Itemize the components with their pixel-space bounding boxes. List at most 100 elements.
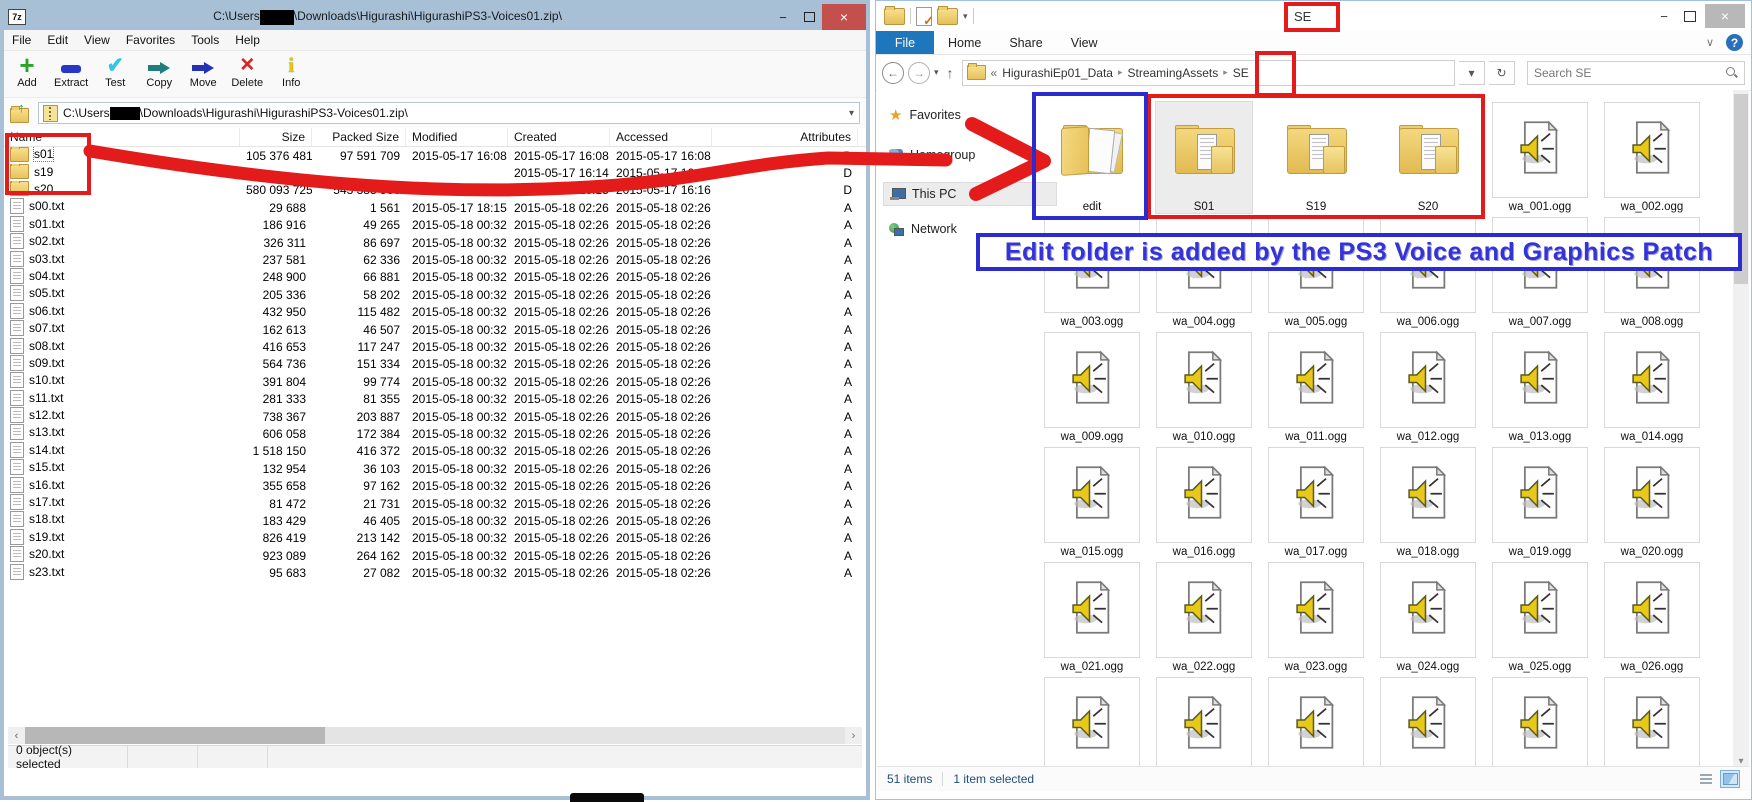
qat-dropdown-icon[interactable]: ▾ <box>963 11 968 22</box>
grid-item-edit[interactable]: edit <box>1044 102 1140 213</box>
grid-item-wa_021.ogg[interactable]: wa_021.ogg <box>1044 562 1140 673</box>
grid-item-wa_014.ogg[interactable]: wa_014.ogg <box>1604 332 1700 443</box>
column-header-packed-size[interactable]: Packed Size <box>312 128 406 146</box>
grid-item-wa_015.ogg[interactable]: wa_015.ogg <box>1044 447 1140 558</box>
sidebar-item-homegroup[interactable]: Homegroup <box>889 144 975 166</box>
tab-file[interactable]: File <box>876 31 934 54</box>
back-button[interactable]: ← <box>882 62 904 84</box>
grid-item[interactable] <box>1268 677 1364 769</box>
grid-item-wa_019.ogg[interactable]: wa_019.ogg <box>1492 447 1588 558</box>
grid-item-wa_002.ogg[interactable]: wa_002.ogg <box>1604 102 1700 213</box>
grid-item-wa_016.ogg[interactable]: wa_016.ogg <box>1156 447 1252 558</box>
ribbon-expand-icon[interactable]: ∨ <box>1706 36 1714 49</box>
table-row[interactable]: s07.txt162 61346 5072015-05-18 00:322015… <box>4 321 866 338</box>
table-row[interactable]: s19.txt826 419213 1422015-05-18 00:32201… <box>4 530 866 547</box>
table-row[interactable]: s01105 376 48197 591 7092015-05-17 16:08… <box>4 147 866 164</box>
sidebar-item-this-pc[interactable]: This PC <box>883 182 1057 206</box>
table-row[interactable]: s23.txt95 68327 0822015-05-18 00:322015-… <box>4 564 866 581</box>
grid-item-wa_018.ogg[interactable]: wa_018.ogg <box>1380 447 1476 558</box>
test-button[interactable]: ✔Test <box>98 53 132 89</box>
breadcrumb-overflow-icon[interactable]: « <box>991 66 998 80</box>
column-header-modified[interactable]: Modified <box>406 128 508 146</box>
extract-button[interactable]: Extract <box>54 53 88 89</box>
delete-button[interactable]: ×Delete <box>230 53 264 89</box>
new-folder-icon[interactable] <box>937 8 958 25</box>
combobox-dropdown-icon[interactable]: ▾ <box>846 108 857 119</box>
folder-icon[interactable] <box>884 8 905 25</box>
column-header-accessed[interactable]: Accessed <box>610 128 712 146</box>
sidebar-item-favorites[interactable]: ★Favorites <box>889 104 961 126</box>
grid-item-wa_022.ogg[interactable]: wa_022.ogg <box>1156 562 1252 673</box>
move-button[interactable]: Move <box>186 53 220 89</box>
table-row[interactable]: s02.txt326 31186 6972015-05-18 00:322015… <box>4 234 866 251</box>
menu-item-help[interactable]: Help <box>235 33 260 47</box>
scroll-left-icon[interactable]: ‹ <box>8 730 25 742</box>
table-row[interactable]: s01.txt186 91649 2652015-05-18 00:322015… <box>4 217 866 234</box>
breadcrumb-item-streamingassets[interactable]: StreamingAssets <box>1128 66 1219 80</box>
column-header-name[interactable]: Name <box>4 128 240 146</box>
menu-item-view[interactable]: View <box>84 33 110 47</box>
grid-item-s20[interactable]: S20 <box>1380 102 1476 213</box>
breadcrumb[interactable]: « HigurashiEp01_Data▸StreamingAssets▸SE <box>962 60 1455 86</box>
grid-item-wa_001.ogg[interactable]: wa_001.ogg <box>1492 102 1588 213</box>
info-button[interactable]: iInfo <box>274 53 308 89</box>
up-folder-icon[interactable]: ↑ <box>10 104 32 122</box>
menu-item-file[interactable]: File <box>12 33 31 47</box>
table-row[interactable]: s20.txt923 089264 1622015-05-18 00:32201… <box>4 547 866 564</box>
table-row[interactable]: s13.txt606 058172 3842015-05-18 00:32201… <box>4 425 866 442</box>
table-row[interactable]: s10.txt391 80499 7742015-05-18 00:322015… <box>4 373 866 390</box>
add-button[interactable]: +Add <box>10 53 44 89</box>
table-row[interactable]: s18.txt183 42946 4052015-05-18 00:322015… <box>4 512 866 529</box>
copy-button[interactable]: Copy <box>142 53 176 89</box>
grid-item-wa_013.ogg[interactable]: wa_013.ogg <box>1492 332 1588 443</box>
tab-view[interactable]: View <box>1057 31 1112 54</box>
properties-icon[interactable] <box>916 7 932 26</box>
grid-item-wa_026.ogg[interactable]: wa_026.ogg <box>1604 562 1700 673</box>
grid-item-s19[interactable]: S19 <box>1268 102 1364 213</box>
details-view-button[interactable] <box>1696 770 1716 788</box>
menu-item-favorites[interactable]: Favorites <box>126 33 175 47</box>
column-header-created[interactable]: Created <box>508 128 610 146</box>
grid-item-wa_023.ogg[interactable]: wa_023.ogg <box>1268 562 1364 673</box>
scrollbar-thumb[interactable] <box>25 727 325 744</box>
table-row[interactable]: s05.txt205 33658 2022015-05-18 00:322015… <box>4 286 866 303</box>
grid-item-wa_020.ogg[interactable]: wa_020.ogg <box>1604 447 1700 558</box>
table-row[interactable]: s12.txt738 367203 8872015-05-18 00:32201… <box>4 408 866 425</box>
table-row[interactable]: s00.txt29 6881 5612015-05-17 18:152015-0… <box>4 199 866 216</box>
minimize-button[interactable]: − <box>770 4 796 30</box>
maximize-button[interactable] <box>1679 5 1701 27</box>
minimize-button[interactable]: − <box>1653 5 1675 27</box>
table-row[interactable]: s14.txt1 518 150416 3722015-05-18 00:322… <box>4 443 866 460</box>
grid-item[interactable] <box>1604 677 1700 769</box>
scroll-right-icon[interactable]: › <box>845 730 862 742</box>
table-row[interactable]: s17.txt81 47221 7312015-05-18 00:322015-… <box>4 495 866 512</box>
tab-share[interactable]: Share <box>995 31 1056 54</box>
address-dropdown-icon[interactable]: ▾ <box>1459 61 1485 85</box>
grid-item-s01[interactable]: S01 <box>1156 102 1252 213</box>
help-icon[interactable]: ? <box>1726 34 1743 51</box>
grid-item-wa_012.ogg[interactable]: wa_012.ogg <box>1380 332 1476 443</box>
search-input[interactable]: Search SE <box>1527 61 1745 85</box>
tab-home[interactable]: Home <box>934 31 995 54</box>
table-row[interactable]: s08.txt416 653117 2472015-05-18 00:32201… <box>4 338 866 355</box>
up-button[interactable]: ↑ <box>943 65 958 81</box>
grid-item-wa_024.ogg[interactable]: wa_024.ogg <box>1380 562 1476 673</box>
vertical-scrollbar[interactable]: ▾ <box>1733 90 1749 769</box>
file-list-header[interactable]: NameSizePacked SizeModifiedCreatedAccess… <box>4 128 866 147</box>
close-button[interactable]: × <box>822 4 866 30</box>
grid-item[interactable] <box>1492 677 1588 769</box>
sevenzip-titlebar[interactable]: 7z C:\Users\Downloads\Higurashi\Higurash… <box>4 4 866 30</box>
table-row[interactable]: s09.txt564 736151 3342015-05-18 00:32201… <box>4 356 866 373</box>
table-row[interactable]: s11.txt281 33381 3552015-05-18 00:322015… <box>4 390 866 407</box>
table-row[interactable]: s16.txt355 65897 1622015-05-18 00:322015… <box>4 477 866 494</box>
sidebar-item-network[interactable]: Network <box>889 218 957 240</box>
table-row[interactable]: s03.txt237 58162 3362015-05-18 00:322015… <box>4 251 866 268</box>
explorer-titlebar[interactable]: ▾ SE − × <box>876 1 1751 31</box>
menu-item-tools[interactable]: Tools <box>191 33 219 47</box>
column-header-attributes[interactable]: Attributes <box>712 128 858 146</box>
large-icons-view-button[interactable] <box>1720 770 1740 788</box>
grid-item-wa_025.ogg[interactable]: wa_025.ogg <box>1492 562 1588 673</box>
recent-locations-icon[interactable]: ▾ <box>934 67 939 78</box>
refresh-icon[interactable]: ↻ <box>1489 61 1515 85</box>
table-row[interactable]: s20580 093 725543 383 9662015-05-17 16:1… <box>4 182 866 199</box>
